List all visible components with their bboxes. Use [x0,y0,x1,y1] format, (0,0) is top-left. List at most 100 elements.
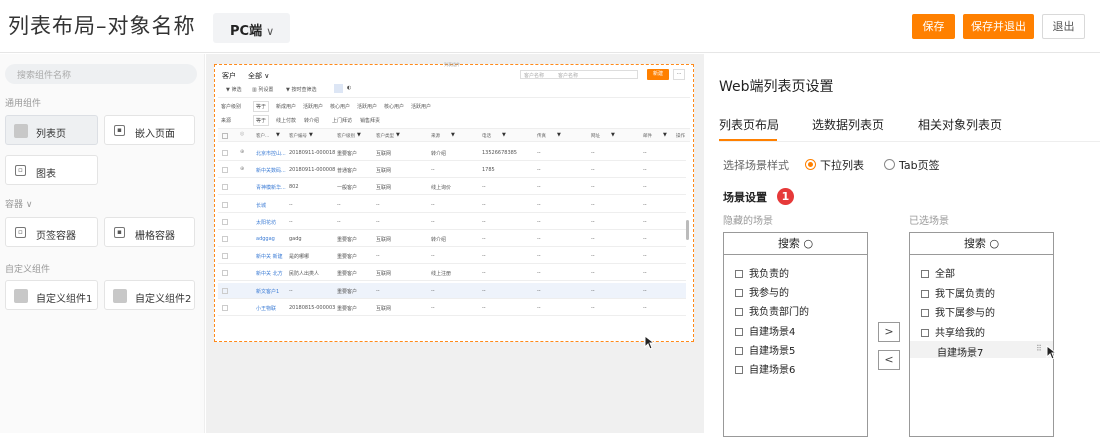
preview-new-button[interactable]: 新建 [647,69,669,80]
row-checkbox[interactable] [222,270,228,277]
column-header[interactable]: 客户... [256,133,269,139]
selected-scene-item[interactable]: 共享给我的 [921,324,985,339]
filter-icon[interactable]: ▼ [557,132,561,138]
customer-link[interactable]: 北京市控山... [256,150,286,157]
checkbox[interactable] [735,270,743,278]
column-header[interactable]: 网址 [591,133,600,139]
time-filter-button[interactable]: ▼ 按时查筛选 [286,86,316,93]
hidden-search[interactable]: 搜索 ○ [724,233,867,255]
customer-link[interactable]: 太阳花坊 [256,219,276,226]
component-custom-2[interactable]: 自定义组件2 [104,280,195,310]
quick-filter-option[interactable]: 新成用户 [276,103,296,110]
customer-link[interactable]: 长城 [256,202,266,209]
scope-select[interactable]: 全部 ∨ [248,71,269,81]
filter-icon[interactable]: ▼ [357,132,361,138]
customer-link[interactable]: 新中关 北方 [256,270,283,277]
component-tab-container[interactable]: ▫ 页签容器 [5,217,98,247]
hidden-scene-item[interactable]: 自建场景5 [735,342,795,357]
radio-dropdown-label[interactable]: 下拉列表 [820,157,864,173]
radio-tab[interactable] [884,159,895,170]
select-all-checkbox[interactable] [222,133,228,139]
selected-search[interactable]: 搜索 ○ [910,233,1053,255]
customer-link[interactable]: adggag [256,236,275,242]
selected-scene-item[interactable]: 全部 [921,265,955,280]
column-header[interactable]: 客户编号 [289,133,307,139]
column-header[interactable]: 操作 [676,133,685,139]
customer-link[interactable]: 青神模新华... [256,184,286,191]
chart-view-icon[interactable]: ◐ [347,85,351,91]
quick-filter-option[interactable]: 线上付款 [276,117,296,124]
row-checkbox[interactable] [222,184,228,191]
filter-icon[interactable]: ▼ [309,132,313,138]
column-header[interactable]: 客户类型 [376,133,394,139]
quick-filter-option[interactable]: 核心用户 [330,103,350,110]
component-custom-1[interactable]: 自定义组件1 [5,280,98,310]
hidden-scene-item[interactable]: 我参与的 [735,284,789,299]
checkbox[interactable] [735,327,743,336]
selected-scene-item[interactable]: 自建场景7 [937,344,983,359]
component-grid-container[interactable]: ▪ 栅格容器 [104,217,195,247]
radio-dropdown[interactable] [805,159,816,170]
component-list-page[interactable]: 列表页 [5,115,98,145]
quick-filter-option[interactable]: 转介绍 [304,117,319,124]
filter-icon[interactable]: ▼ [611,132,615,138]
selected-scene-item[interactable]: 我下属负责的 [921,285,995,300]
customer-link[interactable]: 小王物联 [256,305,276,312]
row-checkbox[interactable] [222,167,228,174]
row-checkbox[interactable] [222,304,228,311]
tab-related-object-list[interactable]: 相关对象列表页 [918,116,1002,133]
column-settings-button[interactable]: ▥ 列设置 [252,86,273,93]
checkbox[interactable] [735,308,743,317]
expand-icon[interactable]: ⊕ [240,166,244,172]
checkbox[interactable] [921,329,929,338]
hidden-scene-item[interactable]: 我负责部门的 [735,303,809,318]
column-header[interactable]: 邮件 [643,133,652,139]
column-header[interactable]: 客户级别 [337,133,355,139]
filter-icon[interactable]: ▼ [396,132,400,138]
customer-link[interactable]: 新中关 新建 [256,253,283,260]
row-checkbox[interactable] [222,253,228,260]
filter-icon[interactable]: ▼ [276,132,280,138]
checkbox[interactable] [921,289,929,298]
save-exit-button[interactable]: 保存并退出 [963,14,1034,39]
hidden-scene-item[interactable]: 我负责的 [735,265,789,280]
drag-handle-icon[interactable]: ⠿ [1036,344,1042,353]
checkbox[interactable] [735,289,743,298]
filter-button[interactable]: ▼ 筛选 [226,86,241,93]
component-chart[interactable]: ▫ 图表 [5,155,98,185]
filter-icon[interactable]: ▼ [451,132,455,138]
more-icon[interactable]: ··· [673,69,685,80]
filter-icon[interactable]: ▼ [663,132,667,138]
selected-scene-item[interactable]: 我下属参与的 [921,304,995,319]
checkbox[interactable] [921,270,929,278]
column-header[interactable]: 电话 [482,133,491,139]
hidden-scene-item[interactable]: 自建场景6 [735,361,795,376]
save-button[interactable]: 保存 [912,14,955,39]
radio-tab-label[interactable]: Tab页签 [899,157,940,173]
checkbox[interactable] [735,366,743,374]
customer-link[interactable]: 新文客户1 [256,288,279,295]
move-left-button[interactable]: < [878,350,900,370]
checkbox[interactable] [921,309,929,318]
quick-filter-option[interactable]: 活跃用户 [411,103,431,110]
platform-select[interactable]: PC端 ∨ [213,13,290,43]
list-view-icon[interactable] [334,84,343,93]
scrollbar[interactable] [686,220,689,240]
move-right-button[interactable]: > [878,322,900,342]
tab-list-layout[interactable]: 列表页布局 [719,116,779,133]
quick-filter-1-op[interactable]: 等于 [253,101,270,112]
checkbox[interactable] [735,346,743,355]
expand-icon[interactable]: ⊕ [240,149,244,155]
quick-filter-option[interactable]: 活跃用户 [357,103,377,110]
row-checkbox[interactable] [222,150,228,156]
section-container-title[interactable]: 容器 ∨ [5,197,32,210]
hidden-scene-item[interactable]: 自建场景4 [735,323,795,338]
exit-button[interactable]: 退出 [1042,14,1085,39]
preview-search[interactable]: 客户名称 客户名称 [520,70,638,79]
column-header[interactable]: 来源 [431,133,440,139]
quick-filter-option[interactable]: 销售拜责 [360,117,380,124]
filter-icon[interactable]: ▼ [502,132,506,138]
quick-filter-option[interactable]: 上门拜访 [332,117,352,124]
row-checkbox[interactable] [222,236,228,242]
quick-filter-2-op[interactable]: 等于 [253,115,270,126]
